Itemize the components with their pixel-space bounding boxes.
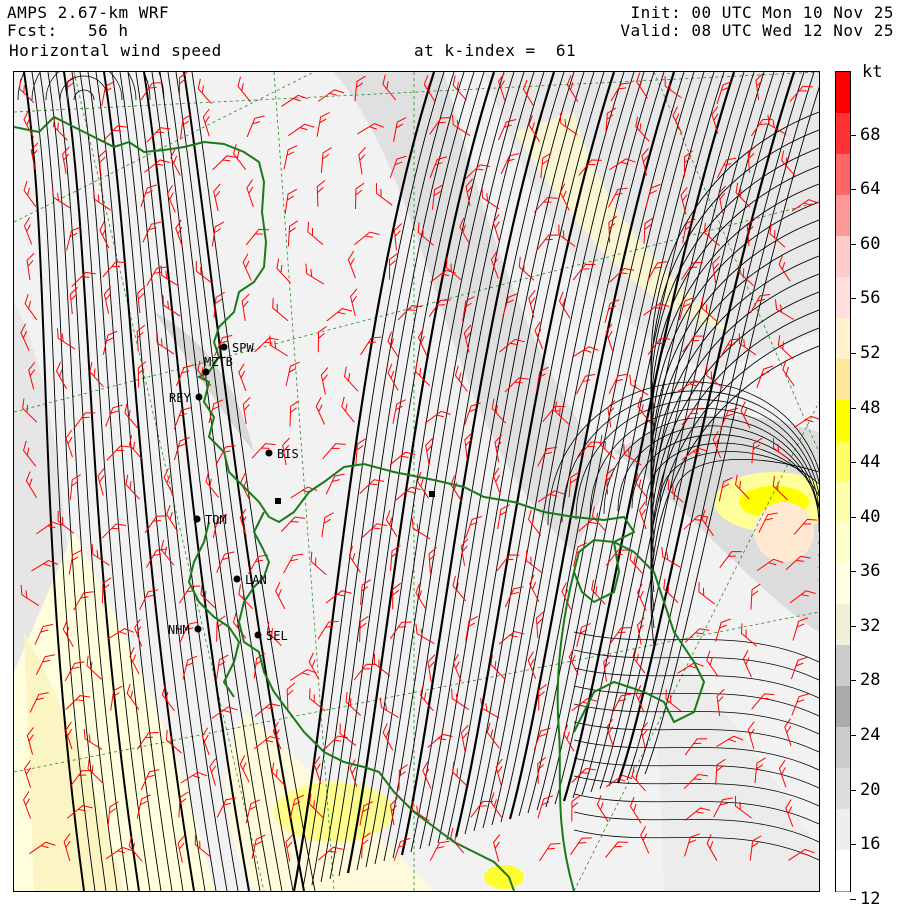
stn-label: SEL: [266, 629, 288, 643]
colorbar-unit: kt: [862, 62, 883, 82]
colorbar-tick-label: 56: [860, 288, 881, 309]
colorbar-segment: [836, 686, 850, 729]
station-square: [275, 498, 281, 504]
colorbar-tick: [850, 298, 856, 300]
stn-label: TOM: [205, 513, 227, 527]
colorbar-tick: [850, 789, 856, 791]
colorbar-segment: [836, 194, 850, 238]
forecast-hours: 56 h: [88, 21, 129, 40]
colorbar-segment: [836, 604, 850, 647]
colorbar-tick: [850, 243, 856, 245]
colorbar-segment: [836, 72, 850, 115]
stn-label: LAN: [245, 573, 267, 587]
stn-label: MZTB: [204, 355, 233, 369]
colorbar-segment: [836, 358, 850, 402]
colorbar-tick-label: 44: [860, 452, 881, 473]
colorbar-tick-label: 32: [860, 615, 881, 636]
colorbar-tick-label: 16: [860, 834, 881, 855]
colorbar-tick-label: 60: [860, 233, 881, 254]
colorbar-segment: [836, 809, 850, 852]
colorbar-tick-label: 68: [860, 124, 881, 145]
colorbar-segment: [836, 522, 850, 565]
stn-label: NHM: [168, 623, 190, 637]
colorbar: [835, 71, 851, 893]
colorbar-tick: [850, 189, 856, 191]
colorbar-tick-label: 64: [860, 179, 881, 200]
map-canvas[interactable]: SPW MZTB REY BIS TOM LAN NHM SEL: [14, 72, 819, 891]
colorbar-tick: [850, 352, 856, 354]
colorbar-segment: [836, 153, 850, 197]
colorbar-tick-label: 36: [860, 561, 881, 582]
init-time: Init: 00 UTC Mon 10 Nov 25: [630, 3, 894, 22]
colorbar-tick: [850, 516, 856, 518]
colorbar-segment: [836, 112, 850, 156]
colorbar-tick-label: 48: [860, 397, 881, 418]
colorbar-tick: [850, 571, 856, 573]
colorbar-tick-label: 28: [860, 670, 881, 691]
map-panel[interactable]: SPW MZTB REY BIS TOM LAN NHM SEL: [13, 71, 820, 892]
colorbar-segment: [836, 850, 850, 893]
colorbar-segment: [836, 481, 850, 524]
colorbar-segment: [836, 235, 850, 279]
colorbar-tick: [850, 407, 856, 409]
colorbar-tick: [850, 625, 856, 627]
forecast-label: Fcst:: [7, 21, 58, 40]
colorbar-segment: [836, 317, 850, 361]
stn-label: SPW: [232, 341, 254, 355]
stn-label: REY: [169, 391, 191, 405]
stn-label: BIS: [277, 447, 299, 461]
colorbar-tick: [850, 680, 856, 682]
model-title: AMPS 2.67-km WRF: [7, 3, 170, 22]
colorbar-tick: [850, 735, 856, 737]
valid-time: Valid: 08 UTC Wed 12 Nov 25: [620, 21, 894, 40]
colorbar-segment: [836, 563, 850, 606]
colorbar-segment: [836, 440, 850, 483]
colorbar-tick: [850, 462, 856, 464]
colorbar-tick: [850, 134, 856, 136]
colorbar-tick: [850, 844, 856, 846]
colorbar-segment: [836, 645, 850, 688]
colorbar-tick-label: 52: [860, 342, 881, 363]
colorbar-segment: [836, 727, 850, 770]
colorbar-tick-label: 40: [860, 506, 881, 527]
colorbar-tick-label: 24: [860, 725, 881, 746]
colorbar-tick-label: 20: [860, 779, 881, 800]
colorbar-tick-label: 12: [860, 888, 881, 909]
colorbar-segment: [836, 768, 850, 811]
station-square: [429, 491, 435, 497]
colorbar-segment: [836, 399, 850, 443]
level-label: at k-index = 61: [414, 41, 577, 60]
colorbar-segment: [836, 276, 850, 320]
field-name: Horizontal wind speed: [9, 41, 222, 60]
